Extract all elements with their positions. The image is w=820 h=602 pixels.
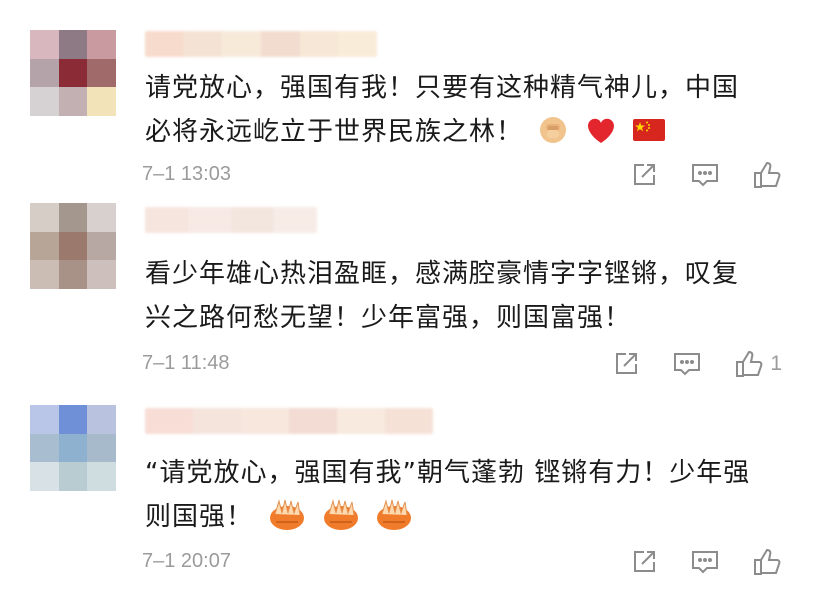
share-button[interactable]	[612, 350, 640, 378]
comment-text: 请党放心，强国有我！只要有这种精气神儿，中国 必将永远屹立于世界民族之林！	[145, 66, 795, 154]
avatar-mosaic-cell	[58, 203, 88, 232]
avatar-mosaic-cell	[87, 231, 116, 261]
avatar[interactable]	[30, 203, 116, 289]
share-icon	[630, 548, 658, 576]
avatar-mosaic-cell	[58, 30, 88, 59]
avatar-mosaic-cell	[30, 260, 59, 289]
reply-comment-icon	[690, 161, 720, 189]
comment-text-line: 必将永远屹立于世界民族之林！	[145, 110, 795, 154]
avatar-mosaic-cell	[58, 260, 88, 289]
clap-hands-emoji	[322, 498, 360, 537]
avatar-mosaic-cell	[58, 231, 88, 261]
comment-time: 7–1 11:48	[142, 352, 230, 374]
reply-comment-icon	[690, 548, 720, 576]
avatar-mosaic-cell	[87, 87, 116, 116]
comment-text-line: 看少年雄心热泪盈眶，感满腔豪情字字铿锵，叹复	[145, 259, 740, 289]
avatar-mosaic-cell	[58, 462, 88, 491]
avatar-mosaic-cell	[87, 462, 116, 491]
avatar-mosaic-cell	[30, 405, 59, 434]
avatar-mosaic-cell	[30, 231, 59, 261]
comment-time: 7–1 13:03	[142, 163, 231, 185]
comment-actions	[598, 547, 782, 577]
reply-button[interactable]	[690, 161, 720, 189]
reply-button[interactable]	[690, 548, 720, 576]
like-button[interactable]	[752, 547, 782, 577]
heart-emoji	[584, 115, 618, 150]
username-blurred[interactable]	[145, 31, 377, 57]
like-button[interactable]	[752, 160, 782, 190]
avatar-mosaic-cell	[30, 58, 59, 88]
comment-actions	[598, 160, 782, 190]
avatar-mosaic-cell	[87, 203, 116, 232]
reply-button[interactable]	[672, 350, 702, 378]
avatar-mosaic-cell	[30, 433, 59, 463]
like-button[interactable]: 1	[734, 349, 782, 379]
reply-comment-icon	[672, 350, 702, 378]
clap-hands-emoji	[375, 498, 413, 537]
comment-text-line: 则国强！	[145, 495, 795, 539]
comment-text-segment: 必将永远屹立于世界民族之林！	[145, 117, 524, 147]
avatar-mosaic-cell	[87, 405, 116, 434]
avatar[interactable]	[30, 405, 116, 491]
share-icon	[630, 161, 658, 189]
avatar-mosaic-cell	[87, 260, 116, 289]
avatar-mosaic-cell	[87, 58, 116, 88]
clap-hands-emoji	[268, 498, 306, 537]
thumbs-up-icon	[752, 547, 782, 577]
avatar-mosaic-cell	[30, 87, 59, 116]
like-count: 1	[770, 352, 782, 375]
comment-text-line: 请党放心，强国有我！只要有这种精气神儿，中国	[145, 73, 740, 103]
avatar-mosaic-cell	[87, 30, 116, 59]
comment-text-line: 兴之路何愁无望！少年富强，则国富强！	[145, 303, 632, 333]
share-button[interactable]	[630, 161, 658, 189]
avatar-mosaic-cell	[58, 433, 88, 463]
share-button[interactable]	[630, 548, 658, 576]
avatar-mosaic-cell	[30, 30, 59, 59]
avatar-mosaic-cell	[58, 87, 88, 116]
share-icon	[612, 350, 640, 378]
fist-emoji	[538, 115, 568, 150]
username-blurred[interactable]	[145, 207, 317, 233]
thumbs-up-icon	[734, 349, 764, 379]
username-blurred[interactable]	[145, 408, 433, 434]
thumbs-up-icon	[752, 160, 782, 190]
avatar-mosaic-cell	[87, 433, 116, 463]
comment-text-segment: 则国强！	[145, 502, 254, 532]
comment-time: 7–1 20:07	[142, 550, 231, 572]
comment-text-line: “请党放心，强国有我”朝气蓬勃 铿锵有力！少年强	[145, 458, 751, 488]
comment-text: “请党放心，强国有我”朝气蓬勃 铿锵有力！少年强 则国强！	[145, 451, 795, 539]
china-flag-emoji	[632, 119, 665, 146]
comment-actions: 1	[580, 349, 782, 379]
avatar-mosaic-cell	[30, 462, 59, 491]
avatar-mosaic-cell	[58, 405, 88, 434]
avatar-mosaic-cell	[30, 203, 59, 232]
comment-text: 看少年雄心热泪盈眶，感满腔豪情字字铿锵，叹复 兴之路何愁无望！少年富强，则国富强…	[145, 252, 795, 340]
avatar-mosaic-cell	[58, 58, 88, 88]
avatar[interactable]	[30, 30, 116, 116]
